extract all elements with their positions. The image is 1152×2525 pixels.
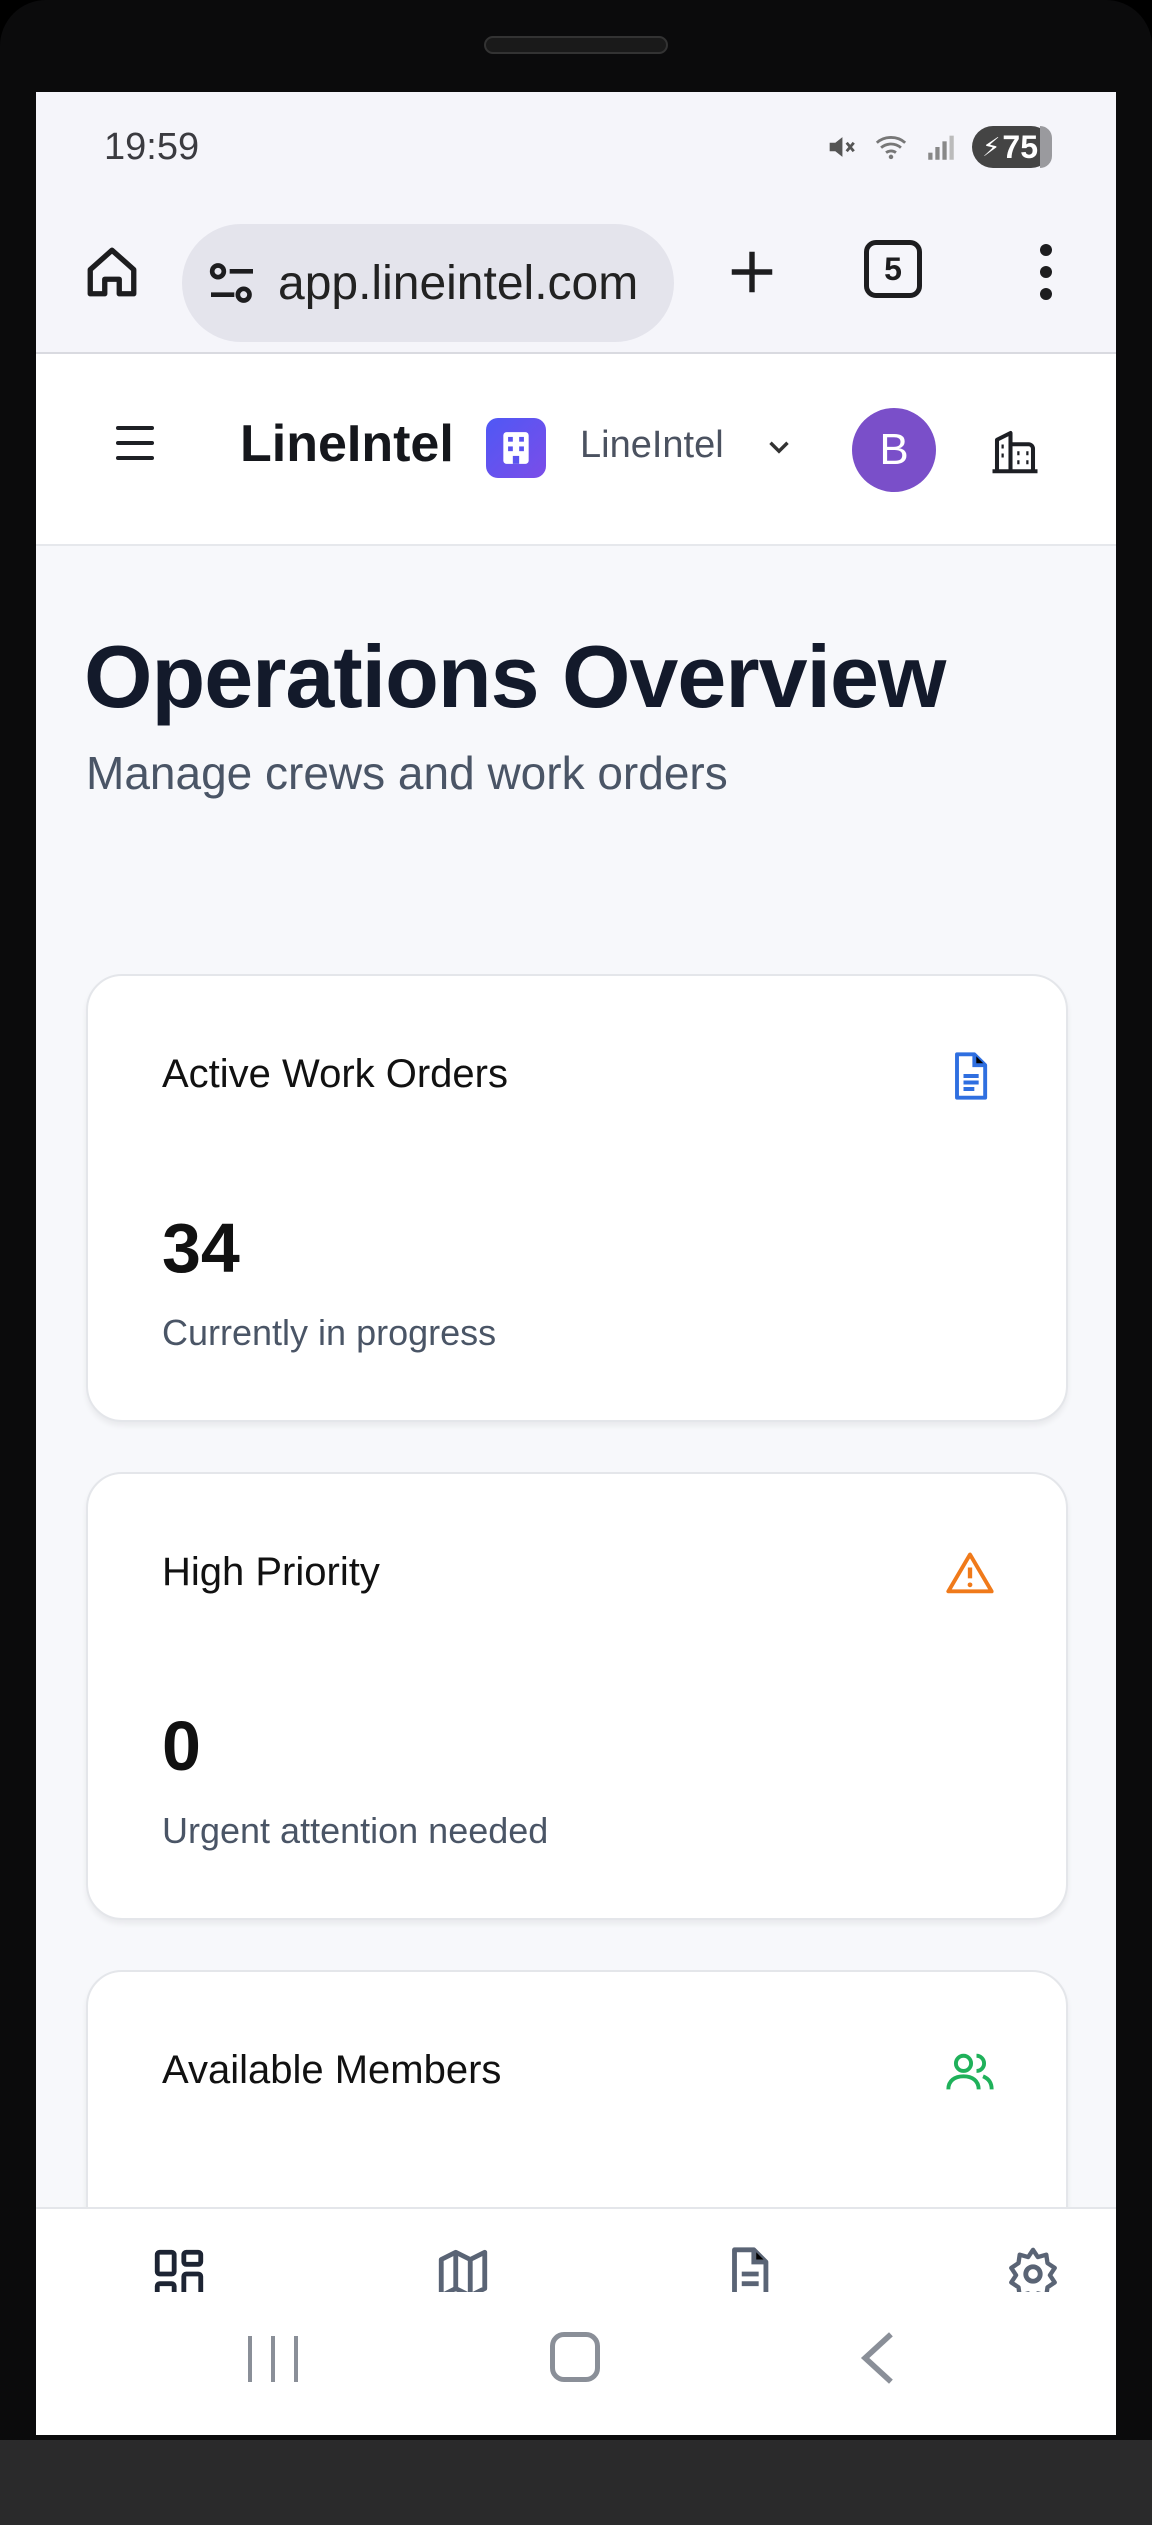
phone-screen: 19:59 ⚡ 75 app.lineintel.com 5 LineIntel… bbox=[36, 92, 1116, 2435]
status-time: 19:59 bbox=[104, 126, 200, 168]
app-header: LineIntel LineIntel B bbox=[36, 354, 1116, 546]
battery-icon: ⚡ 75 bbox=[972, 126, 1052, 168]
signal-icon bbox=[928, 135, 954, 160]
status-bar: 19:59 ⚡ 75 bbox=[36, 92, 1116, 204]
page-subtitle: Manage crews and work orders bbox=[86, 747, 728, 799]
warning-icon bbox=[946, 1552, 994, 1594]
stat-card-value: 0 bbox=[162, 1707, 201, 1785]
plus-icon bbox=[731, 251, 773, 293]
system-navigation-bar bbox=[36, 2292, 1116, 2435]
stat-card-description: Urgent attention needed bbox=[162, 1810, 549, 1851]
device-bottom-edge bbox=[0, 2440, 1152, 2525]
recent-apps-button[interactable] bbox=[248, 2336, 298, 2382]
status-icons: ⚡ 75 bbox=[824, 126, 1052, 168]
tab-switcher-button[interactable]: 5 bbox=[864, 240, 922, 298]
back-icon[interactable] bbox=[856, 2330, 900, 2386]
chevron-down-icon[interactable] bbox=[762, 430, 796, 464]
user-avatar[interactable]: B bbox=[852, 408, 936, 492]
url-text: app.lineintel.com bbox=[278, 256, 639, 310]
document-icon bbox=[955, 1052, 988, 1100]
users-icon bbox=[946, 2053, 994, 2090]
browser-menu-button[interactable] bbox=[1026, 236, 1066, 308]
stat-card-description: Currently in progress bbox=[162, 1312, 497, 1353]
home-icon bbox=[87, 247, 137, 297]
stat-card-label: High Priority bbox=[162, 1550, 380, 1594]
wifi-icon bbox=[876, 136, 907, 160]
stat-card-high-priority[interactable]: High Priority 0 Urgent attention needed bbox=[86, 1472, 1068, 1920]
building-icon bbox=[503, 432, 529, 464]
system-home-button[interactable] bbox=[550, 2332, 600, 2382]
browser-toolbar: app.lineintel.com 5 bbox=[36, 204, 1116, 354]
stat-card-active-work-orders[interactable]: Active Work Orders 34 Currently in progr… bbox=[86, 974, 1068, 1422]
stat-card-value: 34 bbox=[162, 1209, 240, 1287]
buildings-icon[interactable] bbox=[988, 424, 1042, 478]
charging-bolt-icon: ⚡ bbox=[982, 131, 1001, 162]
address-bar[interactable]: app.lineintel.com bbox=[182, 224, 674, 342]
site-settings-icon[interactable] bbox=[204, 255, 260, 311]
stat-card-label: Available Members bbox=[162, 2048, 502, 2092]
organization-icon bbox=[486, 418, 546, 478]
earpiece-speaker bbox=[484, 36, 668, 54]
device-bezel: 19:59 ⚡ 75 app.lineintel.com 5 LineIntel… bbox=[0, 0, 1152, 2525]
mute-icon bbox=[829, 137, 855, 157]
hamburger-menu-icon[interactable] bbox=[116, 426, 154, 460]
browser-home-button[interactable] bbox=[76, 236, 148, 308]
brand-name: LineIntel bbox=[240, 415, 454, 473]
page-title: Operations Overview bbox=[84, 627, 946, 726]
organization-switcher[interactable]: LineIntel bbox=[580, 424, 724, 467]
battery-level: 75 bbox=[1002, 128, 1038, 165]
new-tab-button[interactable] bbox=[716, 236, 788, 308]
stat-card-label: Active Work Orders bbox=[162, 1052, 508, 1096]
